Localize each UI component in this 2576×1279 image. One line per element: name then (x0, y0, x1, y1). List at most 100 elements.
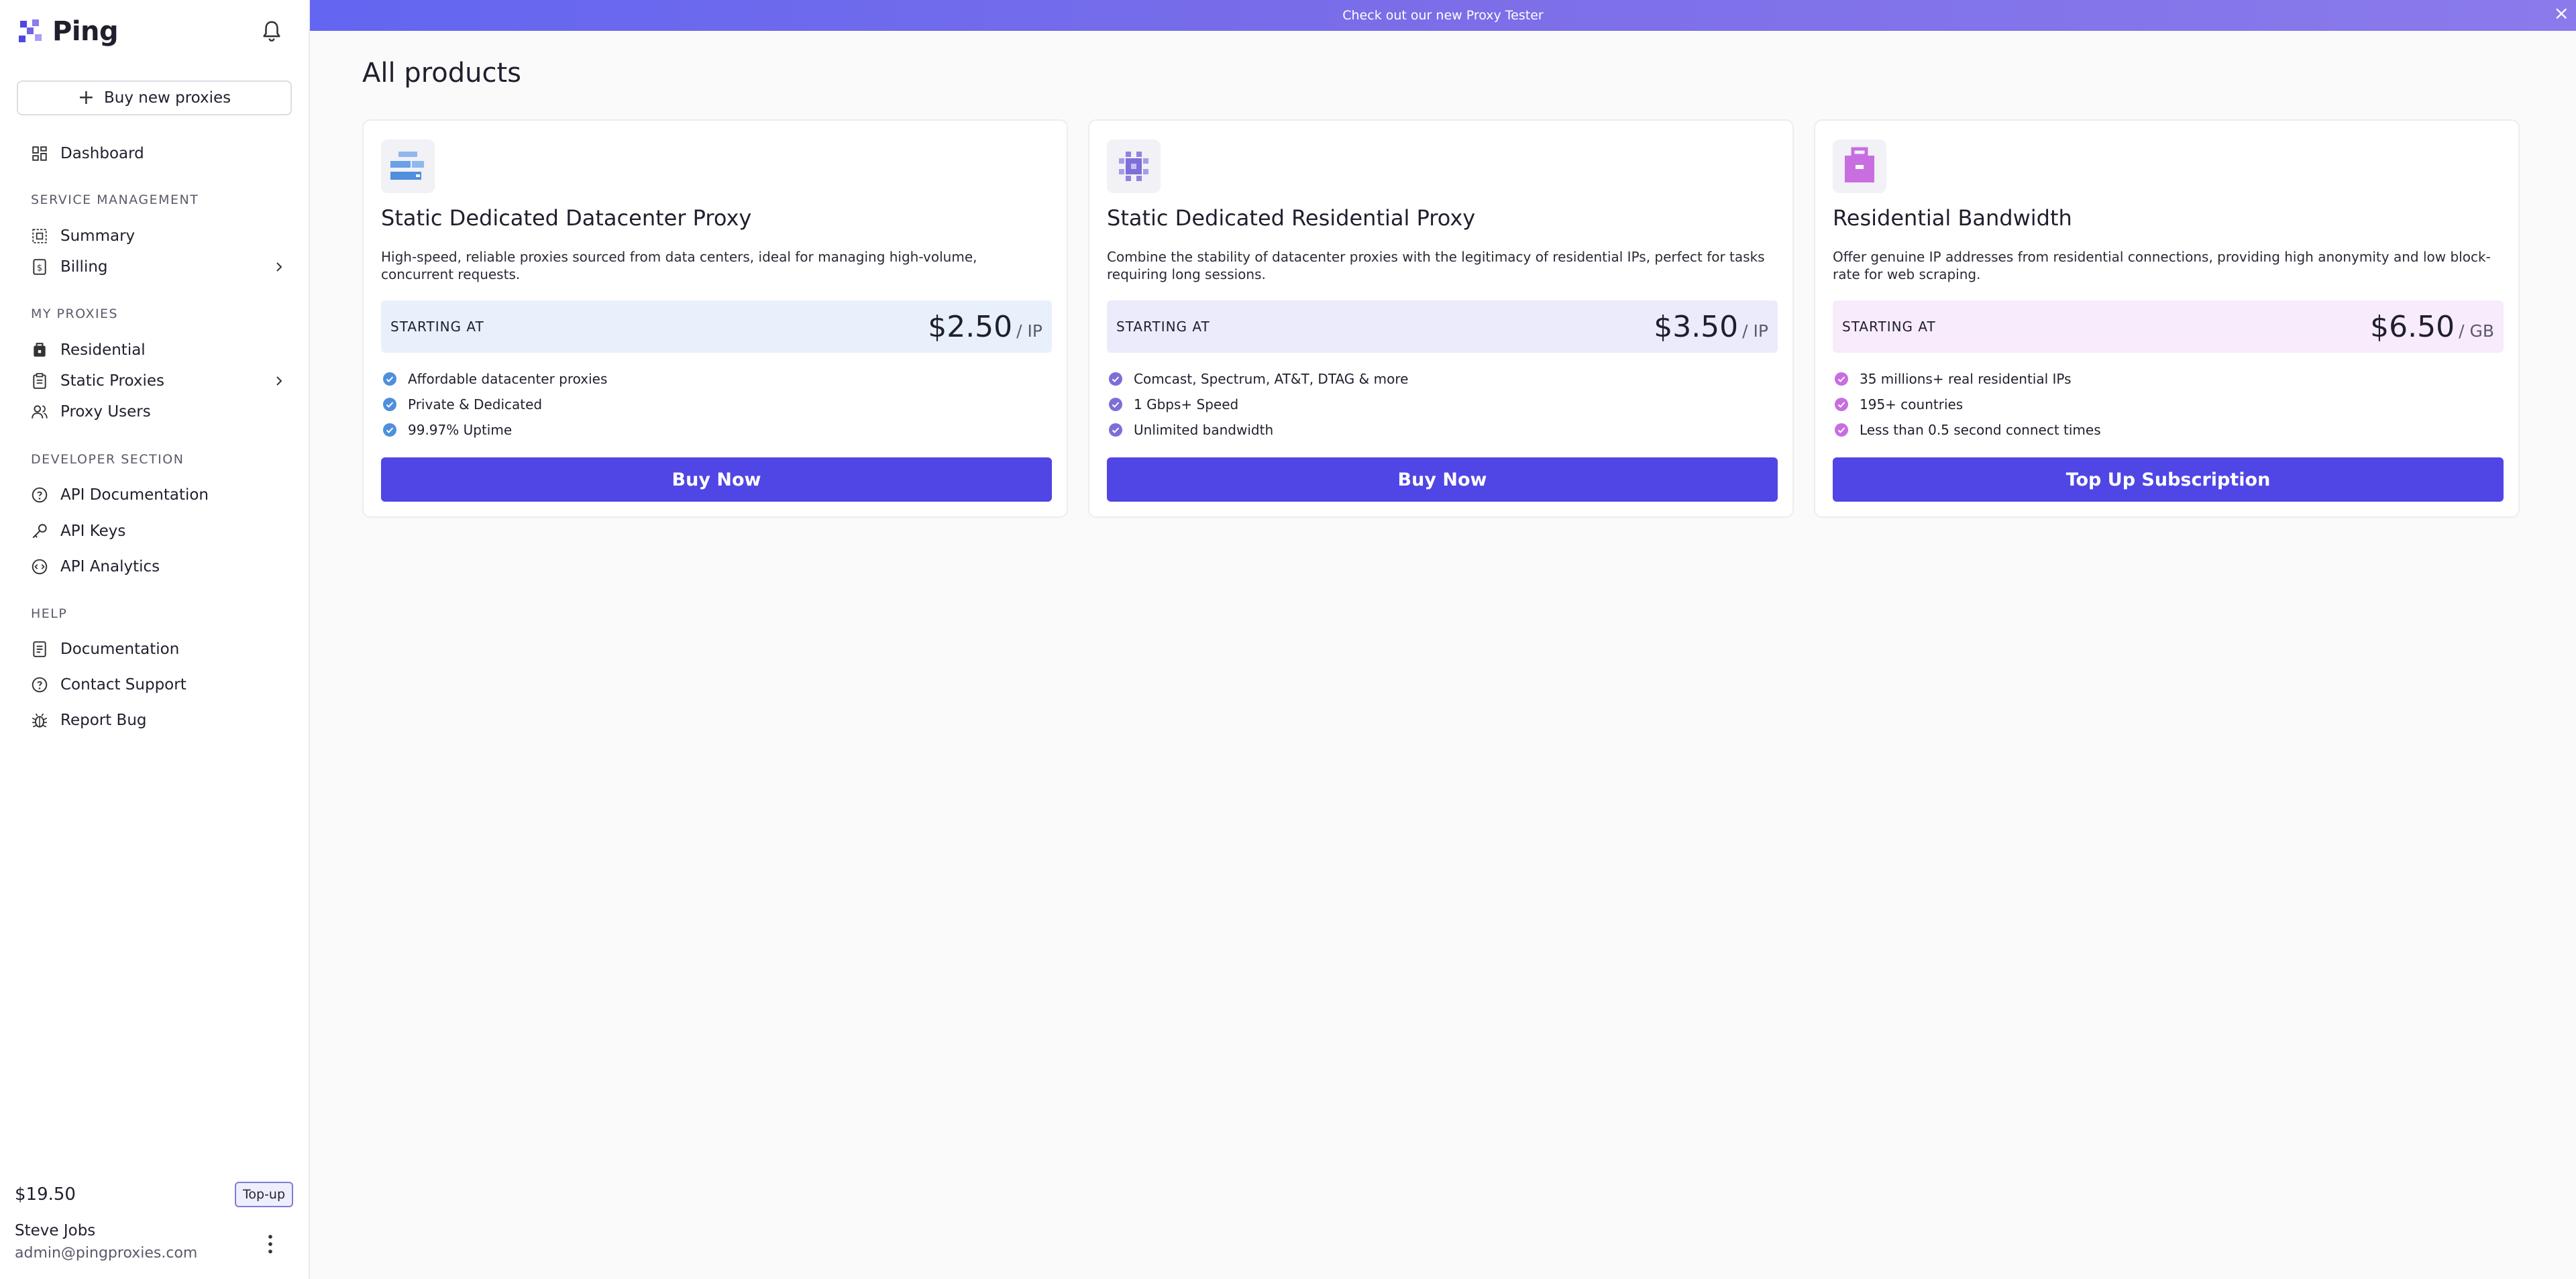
feature-item: Affordable datacenter proxies (382, 366, 607, 392)
product-title: Static Dedicated Datacenter Proxy (381, 205, 752, 231)
brand[interactable]: Ping (17, 16, 119, 47)
sidebar-item-proxy-users[interactable]: Proxy Users (31, 397, 286, 427)
product-card-residential-bandwidth: Residential Bandwidth Offer genuine IP a… (1814, 119, 2520, 518)
sidebar-item-summary[interactable]: Summary (31, 221, 286, 251)
sidebar-item-residential[interactable]: Residential (31, 335, 286, 365)
plus-icon: + (77, 86, 95, 109)
sidebar-item-label: Contact Support (60, 676, 186, 693)
more-vertical-icon[interactable] (266, 1233, 275, 1256)
help-circle-icon (32, 487, 48, 503)
feature-item: 35 millions+ real residential IPs (1834, 366, 2101, 392)
summary-icon (32, 229, 47, 243)
sidebar: Ping + Buy new proxies Dashboard SERVICE… (0, 0, 310, 1279)
feature-text: 1 Gbps+ Speed (1134, 396, 1239, 412)
feature-text: Unlimited bandwidth (1134, 422, 1274, 438)
svg-text:$: $ (37, 263, 42, 273)
feature-item: 99.97% Uptime (382, 417, 607, 443)
sidebar-item-api-analytics[interactable]: API Analytics (31, 552, 286, 581)
sidebar-item-contact-support[interactable]: Contact Support (31, 670, 286, 700)
check-circle-icon (383, 372, 396, 386)
top-up-subscription-button[interactable]: Top Up Subscription (1833, 457, 2504, 502)
sidebar-item-documentation[interactable]: Documentation (31, 634, 286, 664)
section-label-service: SERVICE MANAGEMENT (31, 192, 199, 207)
feature-list: Affordable datacenter proxies Private & … (382, 366, 607, 443)
check-circle-icon (1835, 372, 1848, 386)
product-description: High-speed, reliable proxies sourced fro… (381, 249, 977, 282)
sidebar-item-dashboard[interactable]: Dashboard (31, 139, 286, 168)
datacenter-server-icon (390, 152, 424, 180)
feature-text: Comcast, Spectrum, AT&T, DTAG & more (1134, 371, 1409, 387)
price-unit: / GB (2459, 321, 2494, 341)
starting-at-label: STARTING AT (1116, 319, 1210, 335)
feature-text: 195+ countries (1860, 396, 1964, 412)
section-label-help: HELP (31, 606, 68, 621)
chip-icon (1119, 152, 1148, 181)
sidebar-item-label: API Documentation (60, 486, 209, 504)
sidebar-item-label: Static Proxies (60, 372, 164, 390)
sidebar-item-api-keys[interactable]: API Keys (31, 516, 286, 546)
price-unit: / IP (1016, 321, 1042, 341)
product-icon-container (381, 140, 435, 193)
topup-button[interactable]: Top-up (235, 1182, 294, 1207)
feature-list: 35 millions+ real residential IPs 195+ c… (1834, 366, 2101, 443)
product-title: Static Dedicated Residential Proxy (1107, 205, 1476, 231)
feature-list: Comcast, Spectrum, AT&T, DTAG & more 1 G… (1108, 366, 1408, 443)
check-circle-icon (1109, 398, 1122, 411)
clipboard-icon (33, 373, 46, 389)
bell-icon[interactable] (260, 19, 283, 44)
residential-icon (34, 343, 46, 357)
account-balance: $19.50 (15, 1184, 76, 1205)
product-description: Offer genuine IP addresses from resident… (1833, 249, 2491, 282)
sidebar-item-label: Residential (60, 341, 146, 359)
price-unit: / IP (1742, 321, 1768, 341)
user-email: admin@pingproxies.com (15, 1245, 198, 1262)
buy-now-button[interactable]: Buy Now (1107, 457, 1778, 502)
help-circle-icon (32, 677, 48, 693)
feature-item: Unlimited bandwidth (1108, 417, 1408, 443)
bug-icon (32, 713, 48, 728)
price-value: $3.50 (1654, 309, 1739, 344)
chevron-right-icon (276, 262, 282, 272)
buy-new-proxies-label: Buy new proxies (103, 89, 231, 107)
check-circle-icon (1109, 423, 1122, 437)
key-icon (32, 524, 47, 539)
feature-text: 99.97% Uptime (408, 422, 513, 438)
buy-now-button[interactable]: Buy Now (381, 457, 1052, 502)
banner-text[interactable]: Check out our new Proxy Tester (1342, 8, 1543, 23)
document-icon (33, 641, 46, 657)
sidebar-item-label: Billing (60, 258, 108, 276)
chevron-right-icon (276, 376, 282, 386)
sidebar-item-report-bug[interactable]: Report Bug (31, 706, 286, 735)
feature-text: Less than 0.5 second connect times (1860, 422, 2101, 438)
bandwidth-bag-icon (1845, 147, 1874, 182)
sidebar-item-api-documentation[interactable]: API Documentation (31, 480, 286, 510)
product-card-residential-static: Static Dedicated Residential Proxy Combi… (1088, 119, 1794, 518)
sidebar-item-label: Documentation (60, 641, 180, 658)
code-circle-icon (32, 559, 48, 575)
sidebar-item-label: Dashboard (60, 145, 144, 162)
feature-text: Private & Dedicated (408, 396, 543, 412)
price-box: STARTING AT $3.50 / IP (1107, 300, 1778, 353)
price-value: $2.50 (928, 309, 1013, 344)
sidebar-item-label: Proxy Users (60, 403, 151, 421)
check-circle-icon (1109, 372, 1122, 386)
price-box: STARTING AT $6.50 / GB (1833, 300, 2504, 353)
feature-text: Affordable datacenter proxies (408, 371, 608, 387)
announcement-banner[interactable]: Check out our new Proxy Tester × (310, 0, 2576, 31)
price-value: $6.50 (2370, 309, 2455, 344)
sidebar-item-label: Report Bug (60, 712, 147, 729)
feature-item: 195+ countries (1834, 392, 2101, 417)
sidebar-item-billing[interactable]: $ Billing (31, 252, 286, 282)
product-icon-container (1107, 140, 1161, 193)
sidebar-item-static-proxies[interactable]: Static Proxies (31, 366, 286, 396)
user-name: Steve Jobs (15, 1222, 96, 1239)
close-icon[interactable]: × (2554, 4, 2569, 23)
check-circle-icon (383, 423, 396, 437)
check-circle-icon (1835, 423, 1848, 437)
product-card-datacenter: Static Dedicated Datacenter Proxy High-s… (362, 119, 1068, 518)
sidebar-item-label: API Keys (60, 522, 126, 540)
feature-item: Comcast, Spectrum, AT&T, DTAG & more (1108, 366, 1408, 392)
starting-at-label: STARTING AT (390, 319, 484, 335)
buy-new-proxies-button[interactable]: + Buy new proxies (17, 80, 292, 115)
sidebar-item-label: Summary (60, 227, 136, 245)
